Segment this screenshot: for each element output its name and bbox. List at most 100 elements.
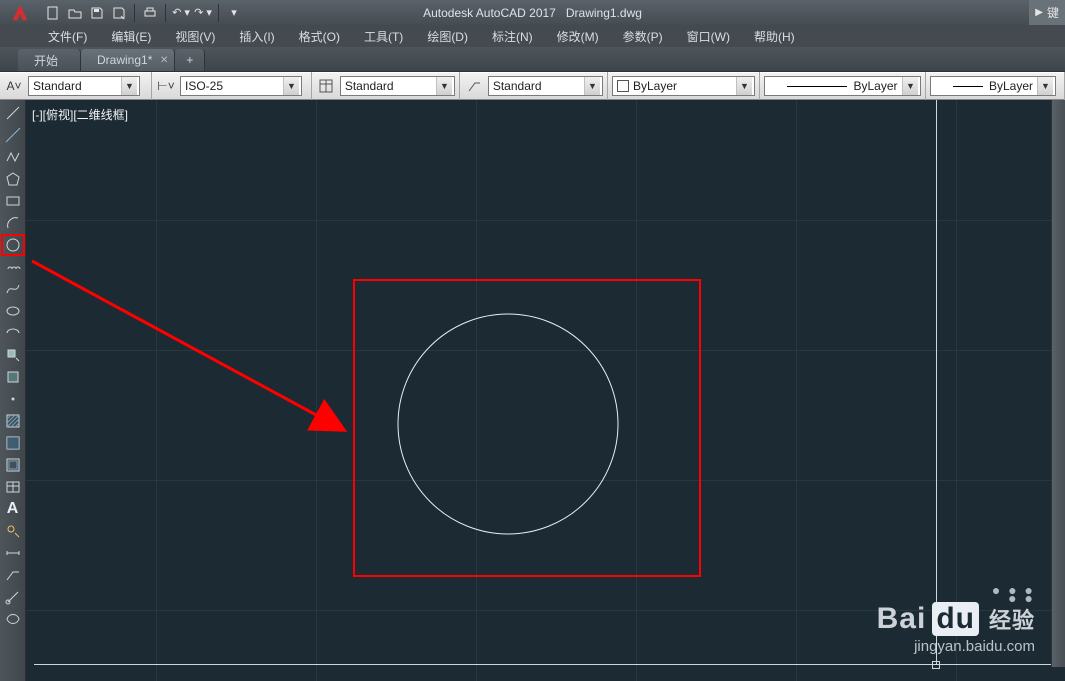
tool-polygon[interactable] (3, 170, 23, 188)
properties-bar: A˅ Standard ▼ ⊢˅ ISO-25 ▼ Standard ▼ Sta… (0, 72, 1065, 100)
workspace: A [-][俯视][二维线框] ● ● ● ● ● Baidu (0, 100, 1065, 681)
tool-wipeout[interactable] (3, 610, 23, 628)
menu-format[interactable]: 格式(O) (299, 28, 340, 45)
menu-dim[interactable]: 标注(N) (492, 28, 533, 45)
crosshair-pickbox (932, 661, 940, 669)
app-name: Autodesk AutoCAD 2017 (423, 6, 556, 20)
tool-ellipse[interactable] (3, 302, 23, 320)
tool-circle[interactable] (3, 236, 23, 254)
menu-insert[interactable]: 插入(I) (239, 28, 274, 45)
dim-style-value: ISO-25 (185, 79, 223, 93)
lineweight-value: ByLayer (989, 79, 1033, 93)
tab-add[interactable]: + (175, 49, 205, 71)
tool-arc[interactable] (3, 214, 23, 232)
quick-access-toolbar: ↶ ▾ ↷ ▾ ▾ (40, 4, 243, 22)
menu-tools[interactable]: 工具(T) (364, 28, 403, 45)
file-tab-bar: 开始 Drawing1* ✕ + (0, 47, 1065, 72)
text-style-value: Standard (33, 79, 82, 93)
title-bar: ↶ ▾ ↷ ▾ ▾ Autodesk AutoCAD 2017 Drawing1… (0, 0, 1065, 25)
tool-insert-block[interactable] (3, 346, 23, 364)
plus-icon: + (186, 53, 193, 67)
qat-more-icon[interactable]: ▾ (225, 4, 243, 22)
tool-revcloud[interactable] (3, 258, 23, 276)
linetype-value: ByLayer (853, 79, 897, 93)
open-icon[interactable] (66, 4, 84, 22)
color-swatch-icon (617, 80, 629, 92)
layer-color-value: ByLayer (633, 79, 677, 93)
tool-dimension[interactable] (3, 544, 23, 562)
menu-param[interactable]: 参数(P) (623, 28, 663, 45)
tool-region[interactable] (3, 456, 23, 474)
annotation-rectangle (353, 279, 701, 577)
new-icon[interactable] (44, 4, 62, 22)
chevron-down-icon: ▼ (121, 77, 137, 95)
dim-style-icon[interactable]: ⊢˅ (156, 75, 176, 97)
line-sample-icon (953, 86, 983, 87)
play-icon: ▶ (1035, 7, 1043, 18)
tool-point[interactable] (3, 390, 23, 408)
watermark-brand-left: Bai (877, 602, 927, 636)
app-logo[interactable] (0, 0, 40, 25)
tool-text[interactable]: A (3, 500, 23, 518)
linetype-dropdown[interactable]: ByLayer ▼ (764, 76, 921, 96)
tool-hatch[interactable] (3, 412, 23, 430)
mleader-style-value: Standard (493, 79, 542, 93)
menu-help[interactable]: 帮助(H) (754, 28, 795, 45)
lineweight-dropdown[interactable]: ByLayer ▼ (930, 76, 1056, 96)
menu-edit[interactable]: 编辑(E) (111, 28, 151, 45)
chevron-down-icon: ▼ (283, 77, 299, 95)
watermark-brand-mid: du (932, 602, 979, 636)
tab-drawing1[interactable]: Drawing1* ✕ (81, 49, 175, 71)
tab-start-label: 开始 (34, 52, 58, 69)
tool-polyline[interactable] (3, 148, 23, 166)
save-icon[interactable] (88, 4, 106, 22)
saveas-icon[interactable] (110, 4, 128, 22)
text-style-dropdown[interactable]: Standard ▼ (28, 76, 140, 96)
menu-draw[interactable]: 绘图(D) (427, 28, 468, 45)
dim-style-dropdown[interactable]: ISO-25 ▼ (180, 76, 302, 96)
crosshair-horizontal (34, 664, 1065, 665)
draw-toolbar: A (0, 100, 26, 681)
tool-line[interactable] (3, 104, 23, 122)
title-right-label: 键 (1047, 4, 1059, 21)
paw-icon: ● ● ● ● ● (877, 586, 1035, 602)
layer-color-dropdown[interactable]: ByLayer ▼ (612, 76, 755, 96)
tool-rectangle[interactable] (3, 192, 23, 210)
tool-add-selected[interactable] (3, 522, 23, 540)
table-style-icon[interactable] (316, 75, 336, 97)
drawing-canvas[interactable]: [-][俯视][二维线框] ● ● ● ● ● Baidu 经验 jingyan… (26, 100, 1065, 681)
menu-bar: 文件(F) 编辑(E) 视图(V) 插入(I) 格式(O) 工具(T) 绘图(D… (0, 25, 1065, 47)
text-style-icon[interactable]: A˅ (4, 75, 24, 97)
tool-gradient[interactable] (3, 434, 23, 452)
tool-attach[interactable] (3, 588, 23, 606)
chevron-down-icon: ▼ (436, 77, 452, 95)
tool-spline[interactable] (3, 280, 23, 298)
vertical-scrollbar[interactable] (1051, 100, 1065, 667)
tool-ellipse-arc[interactable] (3, 324, 23, 342)
menu-modify[interactable]: 修改(M) (557, 28, 599, 45)
menu-view[interactable]: 视图(V) (175, 28, 215, 45)
document-name: Drawing1.dwg (566, 6, 642, 20)
tab-start[interactable]: 开始 (18, 49, 81, 71)
tool-xline[interactable] (3, 126, 23, 144)
tool-table[interactable] (3, 478, 23, 496)
watermark-brand-cn: 经验 (989, 603, 1035, 635)
redo-icon[interactable]: ↷ ▾ (194, 4, 212, 22)
tool-make-block[interactable] (3, 368, 23, 386)
menu-file[interactable]: 文件(F) (48, 28, 87, 45)
plot-icon[interactable] (141, 4, 159, 22)
tab-drawing1-label: Drawing1* (97, 53, 152, 67)
window-title: Autodesk AutoCAD 2017 Drawing1.dwg (423, 6, 642, 20)
tool-multileader[interactable] (3, 566, 23, 584)
mleader-style-icon[interactable] (464, 75, 484, 97)
mleader-style-dropdown[interactable]: Standard ▼ (488, 76, 603, 96)
table-style-dropdown[interactable]: Standard ▼ (340, 76, 455, 96)
watermark: ● ● ● ● ● Baidu 经验 jingyan.baidu.com (877, 586, 1035, 655)
menu-window[interactable]: 窗口(W) (687, 28, 730, 45)
undo-icon[interactable]: ↶ ▾ (172, 4, 190, 22)
title-right-button[interactable]: ▶ 键 (1029, 0, 1065, 25)
table-style-value: Standard (345, 79, 394, 93)
close-icon[interactable]: ✕ (160, 55, 168, 66)
line-sample-icon (787, 86, 847, 87)
watermark-url: jingyan.baidu.com (877, 638, 1035, 655)
